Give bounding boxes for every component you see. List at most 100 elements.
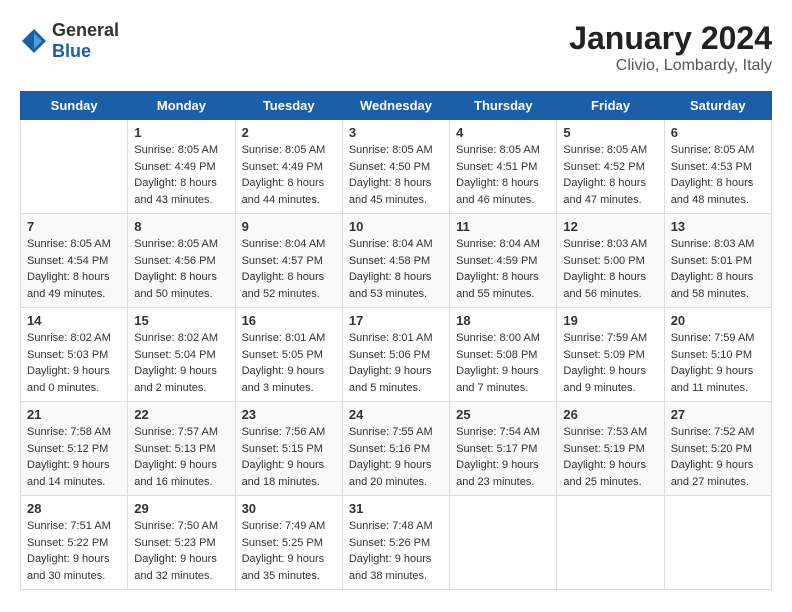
calendar-cell: 6 Sunrise: 8:05 AMSunset: 4:53 PMDaylight… — [664, 120, 771, 214]
calendar-week-row: 7 Sunrise: 8:05 AMSunset: 4:54 PMDaylight… — [21, 214, 772, 308]
day-number: 11 — [456, 219, 550, 234]
calendar-cell: 28Sunrise: 7:51 AMSunset: 5:22 PMDayligh… — [21, 496, 128, 590]
day-info: Sunrise: 8:05 AMSunset: 4:54 PMDaylight:… — [27, 236, 121, 302]
day-info: Sunrise: 7:49 AMSunset: 5:25 PMDaylight:… — [242, 518, 336, 584]
calendar-cell — [664, 496, 771, 590]
calendar-cell: 29 Sunrise: 7:50 AMSunset: 5:23 PMDayligh… — [128, 496, 235, 590]
day-number: 10 — [349, 219, 443, 234]
calendar-cell: 2Sunrise: 8:05 AMSunset: 4:49 PMDaylight… — [235, 120, 342, 214]
logo-general: General — [52, 20, 119, 40]
day-info: Sunrise: 7:50 AMSunset: 5:23 PMDaylight:… — [134, 518, 228, 584]
day-number: 25 — [456, 407, 550, 422]
calendar-week-row: 1Sunrise: 8:05 AMSunset: 4:49 PMDaylight… — [21, 120, 772, 214]
calendar-cell: 11 Sunrise: 8:04 AMSunset: 4:59 PMDayligh… — [450, 214, 557, 308]
day-number: 13 — [671, 219, 765, 234]
calendar-cell: 26 Sunrise: 7:53 AMSunset: 5:19 PMDayligh… — [557, 402, 664, 496]
calendar-week-row: 14 Sunrise: 8:02 AMSunset: 5:03 PMDayligh… — [21, 308, 772, 402]
day-info: Sunrise: 7:57 AMSunset: 5:13 PMDaylight:… — [134, 424, 228, 490]
day-info: Sunrise: 8:05 AMSunset: 4:50 PMDaylight:… — [349, 142, 443, 208]
logo-blue: Blue — [52, 41, 91, 61]
day-number: 21 — [27, 407, 121, 422]
calendar-cell: 23Sunrise: 7:56 AMSunset: 5:15 PMDayligh… — [235, 402, 342, 496]
calendar-cell: 5 Sunrise: 8:05 AMSunset: 4:52 PMDaylight… — [557, 120, 664, 214]
calendar-cell: 16Sunrise: 8:01 AMSunset: 5:05 PMDayligh… — [235, 308, 342, 402]
calendar-week-row: 21Sunrise: 7:58 AMSunset: 5:12 PMDayligh… — [21, 402, 772, 496]
day-number: 6 — [671, 125, 765, 140]
calendar-week-row: 28Sunrise: 7:51 AMSunset: 5:22 PMDayligh… — [21, 496, 772, 590]
day-info: Sunrise: 8:00 AMSunset: 5:08 PMDaylight:… — [456, 330, 550, 396]
day-info: Sunrise: 8:05 AMSunset: 4:56 PMDaylight:… — [134, 236, 228, 302]
calendar-cell — [450, 496, 557, 590]
calendar-cell: 27 Sunrise: 7:52 AMSunset: 5:20 PMDayligh… — [664, 402, 771, 496]
calendar-cell: 13 Sunrise: 8:03 AMSunset: 5:01 PMDayligh… — [664, 214, 771, 308]
day-number: 30 — [242, 501, 336, 516]
day-number: 24 — [349, 407, 443, 422]
calendar-cell: 8 Sunrise: 8:05 AMSunset: 4:56 PMDaylight… — [128, 214, 235, 308]
day-number: 31 — [349, 501, 443, 516]
day-info: Sunrise: 8:05 AMSunset: 4:49 PMDaylight:… — [134, 142, 228, 208]
day-info: Sunrise: 7:54 AMSunset: 5:17 PMDaylight:… — [456, 424, 550, 490]
calendar-cell: 25 Sunrise: 7:54 AMSunset: 5:17 PMDayligh… — [450, 402, 557, 496]
location-title: Clivio, Lombardy, Italy — [569, 57, 772, 75]
title-block: January 2024 Clivio, Lombardy, Italy — [569, 20, 772, 75]
calendar-cell: 31 Sunrise: 7:48 AMSunset: 5:26 PMDayligh… — [342, 496, 449, 590]
calendar-cell: 22 Sunrise: 7:57 AMSunset: 5:13 PMDayligh… — [128, 402, 235, 496]
calendar-cell: 7 Sunrise: 8:05 AMSunset: 4:54 PMDaylight… — [21, 214, 128, 308]
day-number: 15 — [134, 313, 228, 328]
day-number: 16 — [242, 313, 336, 328]
calendar-cell: 30 Sunrise: 7:49 AMSunset: 5:25 PMDayligh… — [235, 496, 342, 590]
calendar-header-row: SundayMondayTuesdayWednesdayThursdayFrid… — [21, 92, 772, 120]
day-info: Sunrise: 8:04 AMSunset: 4:58 PMDaylight:… — [349, 236, 443, 302]
calendar-header-wednesday: Wednesday — [342, 92, 449, 120]
day-info: Sunrise: 8:04 AMSunset: 4:57 PMDaylight:… — [242, 236, 336, 302]
calendar-cell — [557, 496, 664, 590]
calendar-cell: 18Sunrise: 8:00 AMSunset: 5:08 PMDayligh… — [450, 308, 557, 402]
day-number: 2 — [242, 125, 336, 140]
day-number: 9 — [242, 219, 336, 234]
day-info: Sunrise: 8:02 AMSunset: 5:03 PMDaylight:… — [27, 330, 121, 396]
calendar-cell: 20 Sunrise: 7:59 AMSunset: 5:10 PMDayligh… — [664, 308, 771, 402]
day-number: 27 — [671, 407, 765, 422]
day-info: Sunrise: 7:52 AMSunset: 5:20 PMDaylight:… — [671, 424, 765, 490]
day-info: Sunrise: 7:59 AMSunset: 5:09 PMDaylight:… — [563, 330, 657, 396]
calendar-cell: 10 Sunrise: 8:04 AMSunset: 4:58 PMDayligh… — [342, 214, 449, 308]
logo: General Blue — [20, 20, 119, 62]
day-info: Sunrise: 7:48 AMSunset: 5:26 PMDaylight:… — [349, 518, 443, 584]
day-info: Sunrise: 8:03 AMSunset: 5:01 PMDaylight:… — [671, 236, 765, 302]
day-info: Sunrise: 8:05 AMSunset: 4:53 PMDaylight:… — [671, 142, 765, 208]
calendar-cell: 12Sunrise: 8:03 AMSunset: 5:00 PMDayligh… — [557, 214, 664, 308]
calendar-cell: 1Sunrise: 8:05 AMSunset: 4:49 PMDaylight… — [128, 120, 235, 214]
day-info: Sunrise: 7:53 AMSunset: 5:19 PMDaylight:… — [563, 424, 657, 490]
calendar-header-tuesday: Tuesday — [235, 92, 342, 120]
day-number: 4 — [456, 125, 550, 140]
calendar-cell: 3Sunrise: 8:05 AMSunset: 4:50 PMDaylight… — [342, 120, 449, 214]
logo-icon — [20, 27, 48, 55]
calendar-cell: 24Sunrise: 7:55 AMSunset: 5:16 PMDayligh… — [342, 402, 449, 496]
day-info: Sunrise: 8:05 AMSunset: 4:52 PMDaylight:… — [563, 142, 657, 208]
calendar-cell: 17Sunrise: 8:01 AMSunset: 5:06 PMDayligh… — [342, 308, 449, 402]
day-info: Sunrise: 7:59 AMSunset: 5:10 PMDaylight:… — [671, 330, 765, 396]
day-info: Sunrise: 8:02 AMSunset: 5:04 PMDaylight:… — [134, 330, 228, 396]
calendar-header-saturday: Saturday — [664, 92, 771, 120]
calendar-header-thursday: Thursday — [450, 92, 557, 120]
calendar-cell: 4 Sunrise: 8:05 AMSunset: 4:51 PMDaylight… — [450, 120, 557, 214]
day-number: 22 — [134, 407, 228, 422]
day-number: 5 — [563, 125, 657, 140]
page-header: General Blue January 2024 Clivio, Lombar… — [20, 20, 772, 75]
calendar-header-monday: Monday — [128, 92, 235, 120]
day-number: 20 — [671, 313, 765, 328]
day-number: 28 — [27, 501, 121, 516]
day-number: 19 — [563, 313, 657, 328]
day-number: 29 — [134, 501, 228, 516]
day-info: Sunrise: 8:05 AMSunset: 4:51 PMDaylight:… — [456, 142, 550, 208]
calendar-cell: 14 Sunrise: 8:02 AMSunset: 5:03 PMDayligh… — [21, 308, 128, 402]
day-number: 8 — [134, 219, 228, 234]
day-info: Sunrise: 8:04 AMSunset: 4:59 PMDaylight:… — [456, 236, 550, 302]
calendar-cell: 21Sunrise: 7:58 AMSunset: 5:12 PMDayligh… — [21, 402, 128, 496]
day-number: 26 — [563, 407, 657, 422]
day-number: 12 — [563, 219, 657, 234]
day-number: 7 — [27, 219, 121, 234]
day-number: 14 — [27, 313, 121, 328]
logo-text: General Blue — [52, 20, 119, 62]
day-info: Sunrise: 8:01 AMSunset: 5:06 PMDaylight:… — [349, 330, 443, 396]
